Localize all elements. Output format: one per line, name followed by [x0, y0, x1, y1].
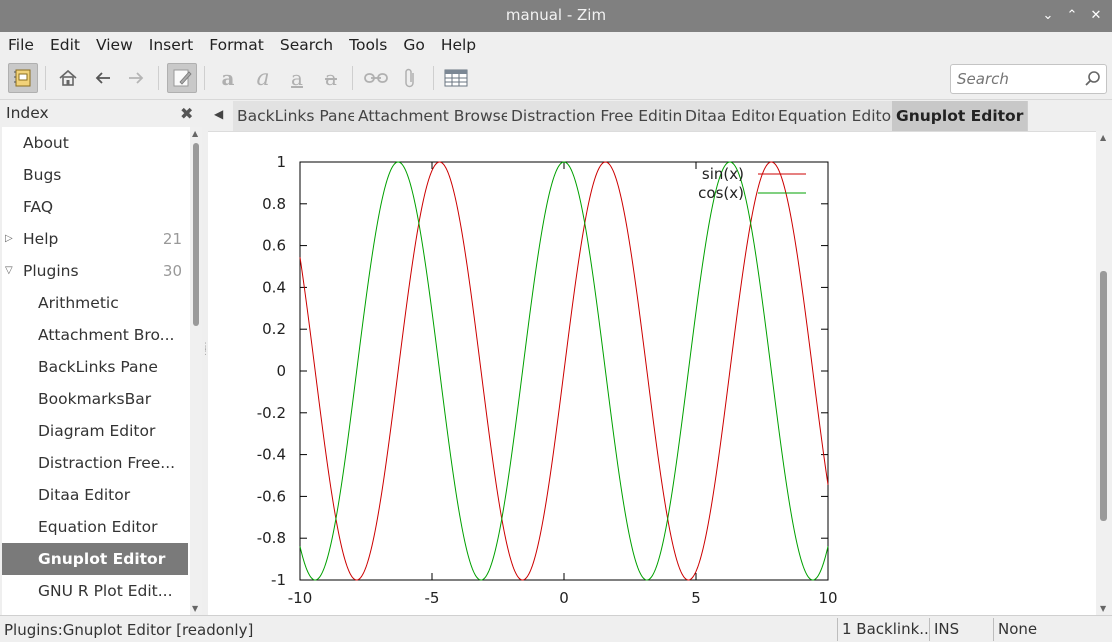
tab-scroll-left-icon[interactable]: ◀ [214, 107, 223, 121]
menu-search[interactable]: Search [272, 32, 341, 58]
emphasis-icon[interactable]: a [248, 63, 278, 93]
scroll-thumb[interactable] [1100, 271, 1107, 521]
index-item-gnuplot-editor[interactable]: Gnuplot Editor [2, 543, 188, 575]
index-scrollbar[interactable]: ▲ ▼ [190, 127, 202, 615]
index-item-bugs[interactable]: Bugs [2, 159, 188, 191]
window-title: manual - Zim [505, 6, 607, 24]
tab-gnuplot-editor[interactable]: Gnuplot Editor [892, 101, 1029, 131]
y-tick-label: 1 [276, 153, 286, 171]
expander-down-icon[interactable]: ▽ [5, 255, 13, 287]
index-item-arithmetic[interactable]: Arithmetic [2, 287, 188, 319]
status-bar: Plugins:Gnuplot Editor [readonly] 1 Back… [0, 615, 1112, 642]
search-input[interactable] [955, 68, 1081, 90]
y-tick-label: 0.6 [262, 237, 286, 255]
tab-attachment-browser[interactable]: Attachment Browser [354, 101, 522, 131]
x-tick-label: 10 [818, 589, 837, 607]
menu-help[interactable]: Help [433, 32, 484, 58]
y-tick-label: -1 [271, 571, 286, 589]
scroll-up-icon[interactable]: ▲ [1100, 133, 1106, 142]
search-box [950, 64, 1107, 94]
forward-arrow-icon[interactable] [121, 63, 151, 93]
index-title: Index [6, 104, 49, 122]
index-item-attachment-browser[interactable]: Attachment Bro... [2, 319, 188, 351]
index-item-plugins[interactable]: ▽ Plugins 30 [2, 255, 188, 287]
y-tick-label: -0.8 [257, 529, 286, 547]
title-bar: manual - Zim ⌄ ⌃ ✕ [0, 0, 1112, 32]
strike-icon[interactable]: a [316, 63, 346, 93]
scroll-down-icon[interactable]: ▼ [192, 604, 198, 613]
edit-pencil-icon[interactable] [167, 63, 197, 93]
backlinks-status-button[interactable]: 1 Backlink... [837, 618, 929, 641]
gnuplot-chart: -1 -0.8 -0.6 -0.4 -0.2 0 0.2 0.4 0.6 0.8 1 -10 -5 0 5 1… [257, 153, 838, 607]
menu-go[interactable]: Go [395, 32, 433, 58]
y-tick-label: 0.4 [262, 278, 286, 296]
menu-view[interactable]: View [88, 32, 141, 58]
close-icon[interactable]: ✖ [180, 104, 193, 123]
index-item-distraction-free[interactable]: Distraction Free... [2, 447, 188, 479]
legend-label: sin(x) [702, 165, 744, 183]
index-item-backlinks-pane[interactable]: BackLinks Pane [2, 351, 188, 383]
table-icon[interactable] [441, 63, 471, 93]
maximize-button[interactable]: ⌃ [1062, 7, 1082, 25]
notebook-icon[interactable] [8, 63, 38, 93]
page-tabs: ◀ BackLinks Pane Attachment Browser Dist… [207, 101, 1112, 131]
index-item-bookmarksbar[interactable]: BookmarksBar [2, 383, 188, 415]
expander-right-icon[interactable]: ▷ [5, 223, 13, 255]
toolbar: a a a a [0, 58, 1112, 100]
menu-file[interactable]: File [0, 32, 42, 58]
x-tick-label: 0 [559, 589, 569, 607]
page-count: 21 [162, 230, 182, 248]
menu-edit[interactable]: Edit [42, 32, 88, 58]
underline-icon[interactable]: a [282, 63, 312, 93]
menu-insert[interactable]: Insert [141, 32, 201, 58]
x-tick-label: 5 [691, 589, 701, 607]
attach-icon[interactable] [395, 63, 425, 93]
scroll-up-icon[interactable]: ▲ [192, 129, 198, 138]
y-tick-label: 0.2 [262, 320, 286, 338]
close-window-button[interactable]: ✕ [1086, 7, 1106, 25]
index-item-faq[interactable]: FAQ [2, 191, 188, 223]
menu-format[interactable]: Format [201, 32, 272, 58]
scroll-thumb[interactable] [193, 143, 199, 326]
menu-bar: File Edit View Insert Format Search Tool… [0, 32, 1112, 58]
index-item-equation-editor[interactable]: Equation Editor [2, 511, 188, 543]
index-tree: About Bugs FAQ ▷ Help 21 ▽ Plugins 30 Ar… [2, 127, 202, 615]
style-status[interactable]: None [993, 618, 1112, 641]
tab-distraction-free-editing[interactable]: Distraction Free Editing [507, 101, 698, 131]
menu-tools[interactable]: Tools [341, 32, 395, 58]
tab-equation-editor[interactable]: Equation Editor [774, 101, 903, 131]
index-item-ditaa-editor[interactable]: Ditaa Editor [2, 479, 188, 511]
x-tick-label: -5 [425, 589, 440, 607]
index-item-help[interactable]: ▷ Help 21 [2, 223, 188, 255]
search-icon[interactable] [1084, 70, 1102, 88]
strong-icon[interactable]: a [213, 63, 243, 93]
y-tick-label: -0.6 [257, 487, 286, 505]
tab-backlinks-pane[interactable]: BackLinks Pane [233, 101, 362, 131]
x-tick-label: -10 [288, 589, 313, 607]
y-tick-label: 0 [276, 362, 286, 380]
link-icon[interactable] [361, 63, 391, 93]
index-item-diagram-editor[interactable]: Diagram Editor [2, 415, 188, 447]
y-tick-label: 0.8 [262, 195, 286, 213]
tab-ditaa-editor[interactable]: Ditaa Editor [681, 101, 783, 131]
pane-resize-handle[interactable]: ⋮ ⋮ [201, 343, 210, 357]
y-tick-label: -0.4 [257, 446, 286, 464]
index-header: Index ✖ [0, 101, 203, 127]
index-item-about[interactable]: About [2, 127, 188, 159]
index-item-gnu-r-plot-editor[interactable]: GNU R Plot Edit... [2, 575, 188, 607]
status-page-path: Plugins:Gnuplot Editor [readonly] [4, 621, 254, 639]
minimize-button[interactable]: ⌄ [1038, 7, 1058, 25]
page-count: 30 [162, 262, 182, 280]
y-tick-label: -0.2 [257, 404, 286, 422]
scroll-down-icon[interactable]: ▼ [1100, 604, 1106, 613]
editor-scrollbar[interactable]: ▲ ▼ [1096, 131, 1112, 615]
series-line-sin [299, 161, 829, 581]
home-icon[interactable] [53, 63, 83, 93]
legend-label: cos(x) [698, 184, 744, 202]
back-arrow-icon[interactable] [88, 63, 118, 93]
insert-mode-status: INS [929, 618, 993, 641]
